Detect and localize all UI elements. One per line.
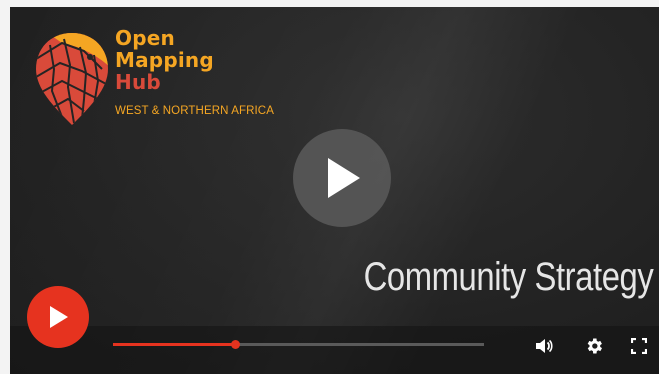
brand-name: Open Mapping Hub — [115, 27, 214, 93]
fullscreen-icon — [631, 338, 647, 354]
control-bar — [10, 326, 659, 374]
settings-button[interactable] — [583, 335, 605, 357]
gear-icon — [587, 338, 602, 354]
brand-line-mapping: Mapping — [115, 48, 214, 72]
play-icon — [328, 158, 360, 198]
play-button[interactable] — [293, 129, 391, 227]
map-pin-logo — [36, 33, 108, 125]
brand-region: WEST & NORTHERN AFRICA — [115, 105, 274, 117]
video-player[interactable]: Open Mapping Hub WEST & NORTHERN AFRICA … — [10, 7, 659, 374]
volume-button[interactable] — [533, 335, 555, 357]
brand-line-hub: Hub — [115, 70, 161, 94]
brand-line-open: Open — [115, 26, 175, 50]
fullscreen-button[interactable] — [629, 335, 649, 357]
volume-icon — [536, 339, 553, 353]
progress-fill — [113, 343, 236, 346]
video-title: Community Strategy — [363, 255, 653, 299]
youtube-play-button[interactable] — [27, 286, 89, 348]
play-icon — [50, 306, 68, 328]
progress-bar[interactable] — [113, 340, 484, 349]
